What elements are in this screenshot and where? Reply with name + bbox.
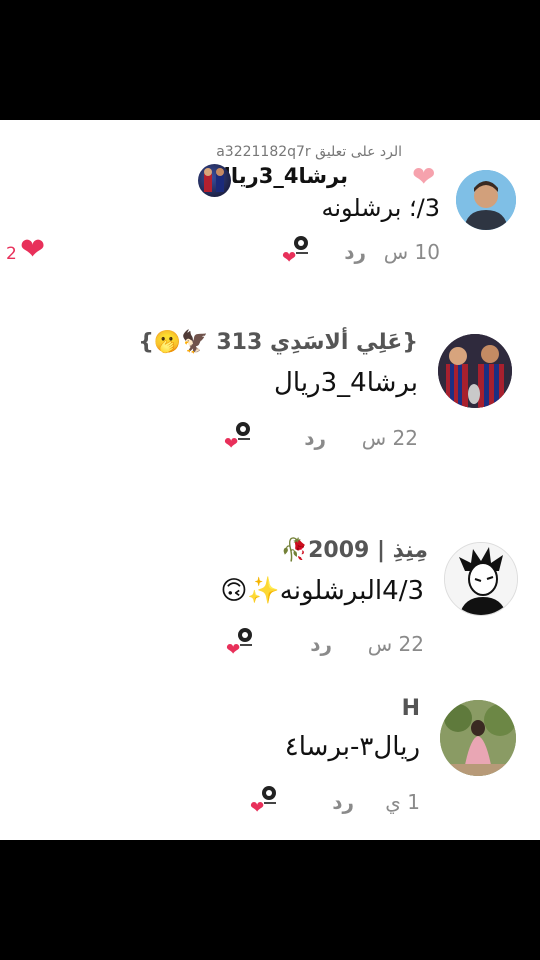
overlay-mask — [298, 198, 318, 220]
avatar[interactable] — [438, 334, 512, 408]
reply-button[interactable]: رد — [310, 632, 332, 656]
reply-to-label: الرد على تعليق a3221182q7r — [216, 144, 402, 160]
avatar[interactable] — [444, 542, 518, 616]
username[interactable]: مِنِذِ | 2009🥀 — [281, 538, 428, 563]
quoted-avatar — [198, 164, 231, 197]
username[interactable]: H — [402, 696, 420, 721]
like-heart-icon[interactable]: ❤ — [20, 232, 45, 267]
comment-text: 3/؛ برشلونه — [321, 194, 440, 222]
comments-panel: الرد على تعليق a3221182q7r برشا4_3ريال ❤… — [0, 120, 540, 840]
username[interactable]: {عَلِي ألاسَدِي 313 🦅🫢} — [138, 330, 418, 355]
like-count: 2 — [6, 244, 17, 264]
comment-time: 1 ي — [385, 790, 420, 814]
comment-text: برشا4_3ريال — [274, 368, 418, 398]
reply-button[interactable]: رد — [304, 426, 326, 450]
sticker-icon[interactable]: ❤ — [224, 422, 254, 453]
sticker-icon[interactable]: ❤ — [250, 786, 280, 817]
comment-text: 4/3البرشلونه✨🙃 — [220, 576, 424, 606]
comment-text: ريال٣-برسا٤ — [284, 732, 420, 762]
avatar[interactable] — [456, 170, 516, 230]
sticker-icon[interactable]: ❤ — [226, 628, 256, 659]
heart-icon: ❤ — [412, 160, 436, 193]
quoted-comment: برشا4_3ريال — [212, 164, 348, 188]
comment-time: 10 س — [383, 240, 440, 264]
comment-time: 22 س — [361, 426, 418, 450]
avatar[interactable] — [440, 700, 516, 776]
screen: الرد على تعليق a3221182q7r برشا4_3ريال ❤… — [0, 0, 540, 960]
reply-button[interactable]: رد — [332, 790, 354, 814]
comment-time: 22 س — [367, 632, 424, 656]
reply-button[interactable]: رد — [344, 240, 366, 264]
sticker-icon[interactable]: ❤ — [282, 236, 312, 267]
